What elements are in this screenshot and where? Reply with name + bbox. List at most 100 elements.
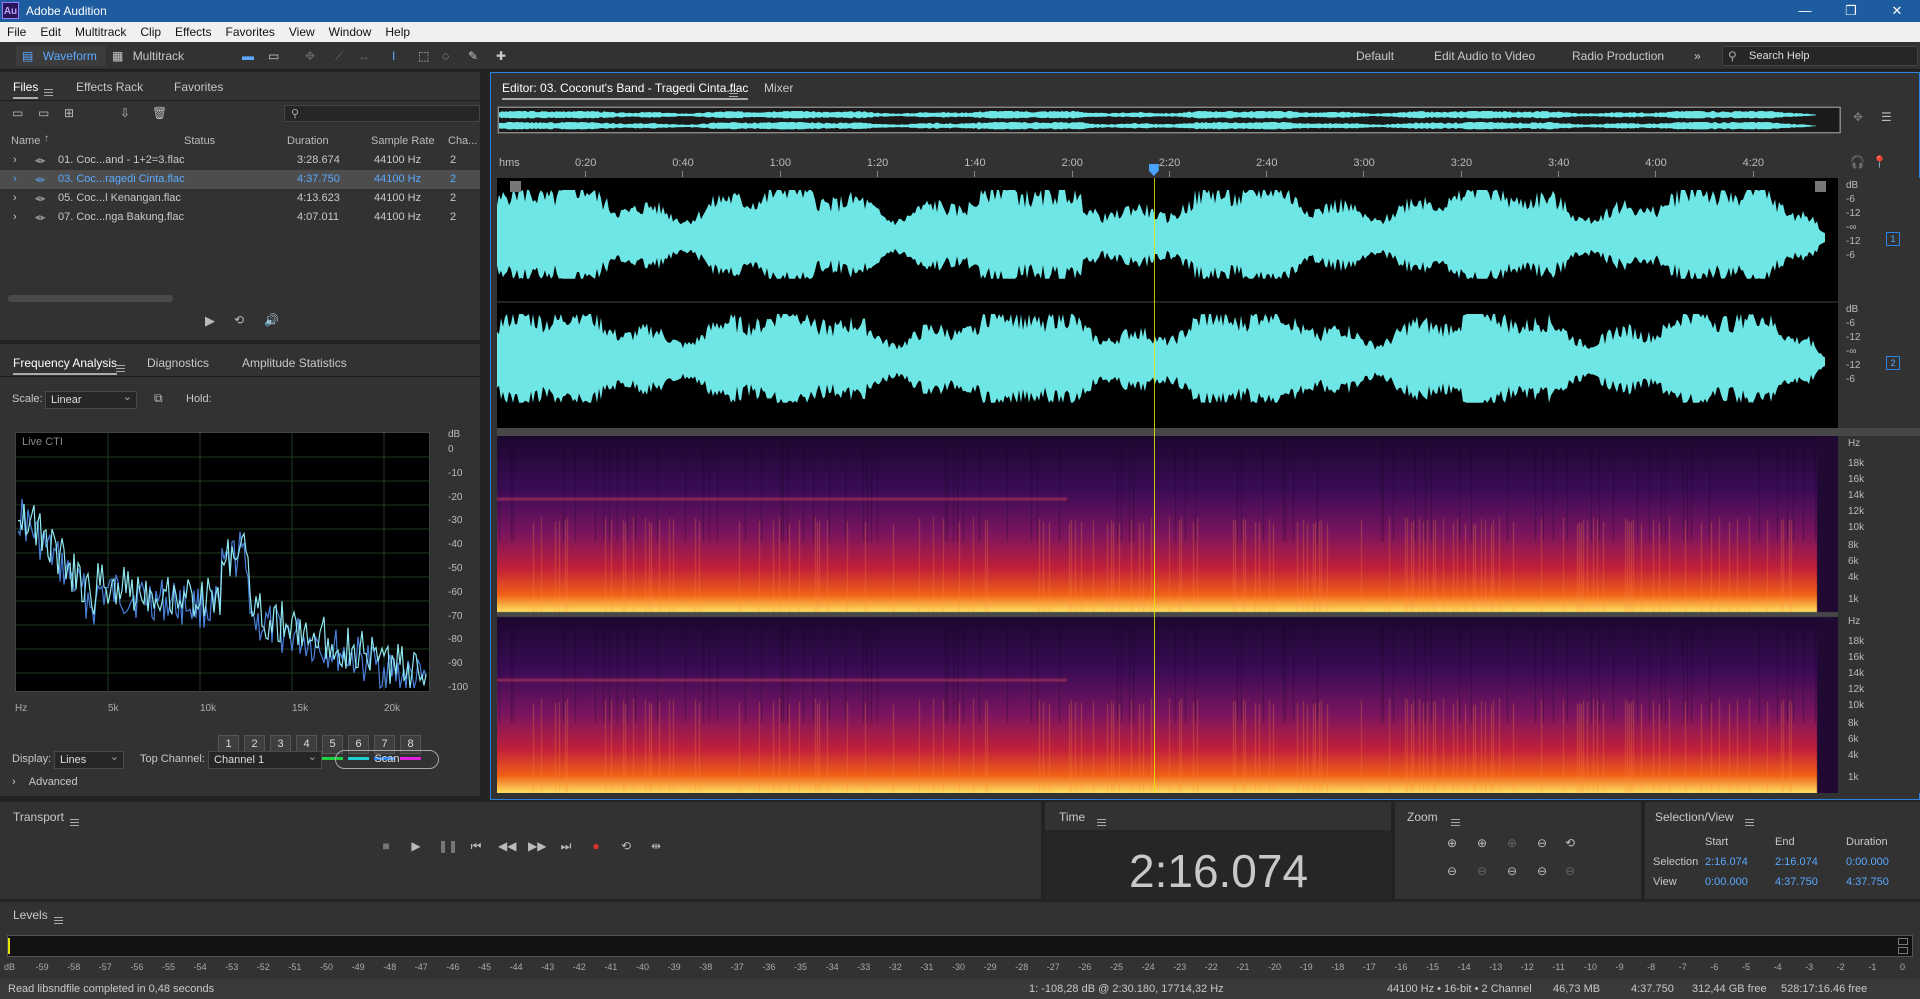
marquee-tool-icon[interactable]: ⬚ — [418, 46, 429, 66]
col-duration[interactable]: Duration — [287, 135, 329, 147]
tab-mixer[interactable]: Mixer — [764, 81, 793, 95]
menu-effects[interactable]: Effects — [168, 22, 218, 39]
brush-tool-icon[interactable]: ✎ — [468, 46, 478, 66]
tab-diagnostics[interactable]: Diagnostics — [147, 356, 209, 370]
selection-duration[interactable]: 0:00.000 — [1846, 856, 1889, 868]
close-icon[interactable]: ✕ — [1874, 0, 1920, 22]
clip-indicator-right[interactable] — [1898, 947, 1908, 954]
waveform-display[interactable] — [497, 178, 1838, 428]
workspace-edit-audio-to-video[interactable]: Edit Audio to Video — [1434, 46, 1535, 66]
spectral-pitch-icon[interactable]: ▭ — [268, 46, 279, 66]
menu-favorites[interactable]: Favorites — [219, 22, 282, 39]
skip-previous-icon[interactable]: ⏮ — [468, 838, 484, 854]
menu-edit[interactable]: Edit — [33, 22, 68, 39]
chevron-right-icon[interactable]: › — [13, 208, 17, 227]
advanced-toggle[interactable]: › Advanced — [12, 776, 78, 788]
fade-in-handle[interactable] — [510, 181, 521, 192]
loop-preview-icon[interactable]: ⟲ — [234, 313, 244, 327]
chevron-right-icon[interactable]: › — [13, 189, 17, 208]
search-help-field[interactable]: ⚲ Search Help — [1722, 46, 1918, 66]
play-icon[interactable]: ▶ — [408, 838, 424, 854]
selection-start[interactable]: 2:16.074 — [1705, 856, 1748, 868]
zoom-to-selection-icon[interactable]: ⊖ — [1537, 864, 1547, 878]
spectral-divider[interactable] — [497, 428, 1920, 436]
tab-effects-rack[interactable]: Effects Rack — [76, 80, 143, 94]
close-file-icon[interactable]: 🗑 — [152, 106, 167, 120]
fade-out-handle[interactable] — [1815, 181, 1826, 192]
chevron-right-icon[interactable]: › — [13, 170, 17, 189]
levels-menu-icon[interactable] — [54, 917, 63, 925]
menu-multitrack[interactable]: Multitrack — [68, 22, 133, 39]
minimize-icon[interactable]: — — [1782, 0, 1828, 22]
display-dropdown[interactable]: Lines — [54, 749, 124, 769]
zoom-out-time-icon[interactable]: ⊖ — [1477, 864, 1487, 878]
zoom-to-selection-icon[interactable]: ✥ — [1853, 110, 1863, 124]
file-row[interactable]: › ⫷⫸ 01. Coc...and - 1+2=3.flac 3:28.674 441… — [0, 151, 480, 170]
view-end[interactable]: 4:37.750 — [1775, 876, 1818, 888]
multitrack-view-button[interactable]: ▦ Multitrack — [112, 46, 202, 66]
selection-end[interactable]: 2:16.074 — [1775, 856, 1818, 868]
menu-help[interactable]: Help — [378, 22, 417, 39]
pause-icon[interactable]: ❚❚ — [438, 838, 458, 854]
zoom-out-amplitude-icon[interactable]: ⊖ — [1447, 864, 1457, 878]
stop-icon[interactable]: ■ — [378, 838, 394, 854]
zoom-history-icon[interactable]: ⟲ — [1565, 836, 1575, 850]
menu-clip[interactable]: Clip — [133, 22, 168, 39]
playhead-line[interactable] — [1153, 178, 1155, 793]
zoom-in-amplitude-icon[interactable]: ⊕ — [1447, 836, 1457, 850]
zoom-reset-icon[interactable]: ⊖ — [1565, 864, 1575, 878]
file-row[interactable]: › ⫷⫸ 03. Coc...ragedi Cinta.flac 4:37.750 44… — [0, 170, 480, 189]
zoom-menu-icon[interactable] — [1451, 819, 1460, 827]
col-name[interactable]: Name — [11, 135, 40, 147]
overview-bar[interactable] — [497, 106, 1841, 134]
tab-favorites[interactable]: Favorites — [174, 80, 223, 94]
view-start[interactable]: 0:00.000 — [1705, 876, 1748, 888]
zoom-selection-icon[interactable]: ⊖ — [1507, 864, 1517, 878]
tab-editor[interactable]: Editor: 03. Coconut's Band - Tragedi Cin… — [502, 81, 749, 100]
tab-files[interactable]: Files — [13, 80, 39, 99]
slip-tool-icon[interactable]: ↔ — [358, 46, 370, 66]
workspace-overflow-icon[interactable]: » — [1694, 46, 1701, 66]
view-duration[interactable]: 4:37.750 — [1846, 876, 1889, 888]
time-menu-icon[interactable] — [1097, 819, 1106, 827]
fast-forward-icon[interactable]: ▶▶ — [528, 838, 546, 854]
import-file-icon[interactable]: ▭ — [38, 106, 49, 120]
zoom-in-time-icon[interactable]: ⊕ — [1477, 836, 1487, 850]
top-channel-dropdown[interactable]: Channel 1 — [208, 749, 322, 769]
move-tool-icon[interactable]: ✥ — [305, 46, 315, 66]
file-row[interactable]: › ⫷⫸ 05. Coc...l Kenangan.flac 4:13.623 4410… — [0, 189, 480, 208]
tab-frequency-analysis[interactable]: Frequency Analysis — [13, 356, 118, 375]
razor-tool-icon[interactable]: ⟋ — [335, 46, 343, 66]
freq-panel-menu-icon[interactable] — [116, 365, 125, 373]
rewind-icon[interactable]: ◀◀ — [498, 838, 516, 854]
col-sample-rate[interactable]: Sample Rate — [371, 135, 435, 147]
workspace-default[interactable]: Default — [1356, 46, 1394, 66]
clip-indicator-left[interactable] — [1898, 938, 1908, 945]
waveform-view-button[interactable]: ▤ Waveform — [16, 46, 106, 66]
tab-amplitude-statistics[interactable]: Amplitude Statistics — [242, 356, 347, 370]
play-preview-icon[interactable]: ▶ — [205, 313, 215, 329]
menu-view[interactable]: View — [282, 22, 322, 39]
spectral-display[interactable] — [497, 436, 1838, 793]
headphone-icon[interactable]: 🎧 — [1850, 155, 1865, 169]
spectral-frequency-icon[interactable]: ▬ — [242, 46, 254, 66]
skip-next-icon[interactable]: ⏭ — [558, 838, 574, 854]
files-search-input[interactable]: ⚲ — [284, 105, 480, 122]
scan-button[interactable]: Scan — [335, 750, 439, 769]
open-file-icon[interactable]: ▭ — [12, 106, 23, 120]
insert-into-multitrack-icon[interactable]: ⇩ — [120, 106, 130, 120]
menu-file[interactable]: File — [0, 22, 33, 39]
channel-1-badge[interactable]: 1 — [1886, 232, 1900, 246]
frequency-graph[interactable]: Live CTI — [15, 432, 431, 693]
selection-view-menu-icon[interactable] — [1745, 819, 1754, 827]
transport-menu-icon[interactable] — [70, 819, 79, 827]
record-icon[interactable]: ● — [588, 838, 604, 854]
time-ruler[interactable]: hms 0:20 0:40 1:00 1:20 1:40 2:00 2:20 2:40 3:00… — [497, 153, 1838, 177]
channel-2-badge[interactable]: 2 — [1886, 356, 1900, 370]
col-channels[interactable]: Cha... — [448, 135, 477, 147]
scale-dropdown[interactable]: Linear — [45, 389, 137, 409]
auto-play-icon[interactable]: 🔊 — [264, 313, 279, 327]
zoom-in-point-icon[interactable]: ⊕ — [1507, 836, 1517, 850]
editor-panel-menu-icon[interactable] — [729, 90, 738, 98]
new-file-icon[interactable]: ⊞ — [64, 106, 74, 120]
